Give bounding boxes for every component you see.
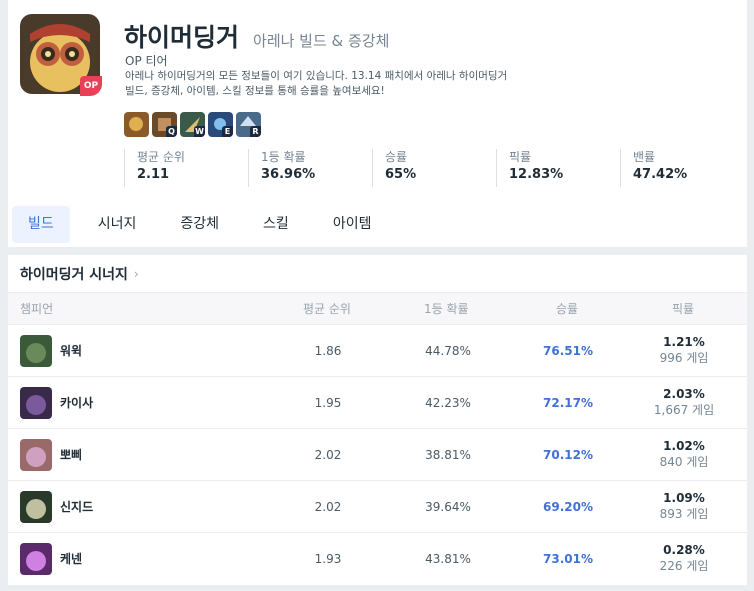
- first-rate-cell: 38.81%: [425, 448, 471, 462]
- pick-cell: 0.28% 226 게임: [634, 542, 734, 574]
- win-rate-cell: 69.20%: [543, 500, 593, 514]
- stat-ban-rate: 밴률 47.42%: [620, 149, 744, 187]
- stat-label: 1등 확률: [261, 150, 306, 164]
- stat-label: 평균 순위: [137, 150, 185, 164]
- pick-rate: 2.03%: [663, 387, 705, 401]
- op-badge: OP: [80, 76, 102, 96]
- avg-rank-cell: 2.02: [314, 448, 342, 462]
- tab-bar: 빌드 시너지 증강체 스킬 아이템: [12, 206, 399, 243]
- pick-rate: 1.09%: [663, 491, 705, 505]
- pick-rate: 1.02%: [663, 439, 705, 453]
- skill-key-e: E: [222, 126, 233, 137]
- stat-win-rate: 승률 65%: [372, 149, 496, 187]
- upgrade-icon[interactable]: R: [236, 112, 261, 137]
- pick-cell: 1.21% 996 게임: [634, 334, 734, 366]
- champion-icon: [20, 439, 52, 471]
- synergy-champion-name: 뽀삐: [60, 448, 83, 462]
- skill-key-r: R: [250, 126, 261, 137]
- synergy-champion-name: 케넨: [60, 552, 83, 566]
- avg-rank-cell: 1.86: [314, 344, 342, 358]
- win-rate-cell: 72.17%: [543, 396, 593, 410]
- turret-icon[interactable]: Q: [152, 112, 177, 137]
- win-rate-cell: 76.51%: [543, 344, 593, 358]
- games-count: 226 게임: [659, 559, 709, 573]
- synergy-card: 하이머딩거 시너지 › 챔피언 평균 순위 1등 확률 승률 픽률 워윅 1.8…: [8, 255, 747, 585]
- table-row[interactable]: 뽀삐 2.02 38.81% 70.12% 1.02% 840 게임: [8, 429, 747, 481]
- tab-build[interactable]: 빌드: [12, 206, 70, 243]
- first-rate-cell: 44.78%: [425, 344, 471, 358]
- synergy-table-header: 챔피언 평균 순위 1등 확률 승률 픽률: [8, 292, 747, 325]
- champion-header-card: OP 하이머딩거 아레나 빌드 & 증강체 OP 티어 아레나 하이머딩거의 모…: [8, 0, 747, 247]
- table-row[interactable]: 워윅 1.86 44.78% 76.51% 1.21% 996 게임: [8, 325, 747, 377]
- stat-value: 65%: [385, 167, 417, 182]
- win-rate-cell: 73.01%: [543, 552, 593, 566]
- stat-value: 2.11: [137, 167, 170, 182]
- games-count: 893 게임: [659, 507, 709, 521]
- skill-key-q: Q: [166, 126, 177, 137]
- stat-label: 승률: [385, 150, 408, 164]
- pick-rate: 1.21%: [663, 335, 705, 349]
- first-rate-cell: 43.81%: [425, 552, 471, 566]
- skill-list: Q W E R: [124, 112, 261, 137]
- win-rate-cell: 70.12%: [543, 448, 593, 462]
- stat-first-rate: 1등 확률 36.96%: [248, 149, 372, 187]
- games-count: 840 게임: [659, 455, 709, 469]
- champion-description: 아레나 하이머딩거의 모든 정보들이 여기 있습니다. 13.14 패치에서 아…: [125, 70, 508, 97]
- champion-subtitle: 아레나 빌드 & 증강체: [253, 32, 390, 50]
- title-row: 하이머딩거 아레나 빌드 & 증강체: [124, 18, 389, 52]
- stat-pick-rate: 픽률 12.83%: [496, 149, 620, 187]
- tab-skills[interactable]: 스킬: [247, 206, 305, 243]
- tab-items[interactable]: 아이템: [317, 206, 388, 243]
- pick-cell: 2.03% 1,667 게임: [634, 386, 734, 418]
- grenade-icon[interactable]: E: [208, 112, 233, 137]
- avg-rank-cell: 1.93: [314, 552, 342, 566]
- champion-icon: [20, 335, 52, 367]
- synergy-champion-name: 워윅: [60, 344, 83, 358]
- table-row[interactable]: 카이사 1.95 42.23% 72.17% 2.03% 1,667 게임: [8, 377, 747, 429]
- header-pick-rate: 픽률: [672, 302, 695, 316]
- stat-label: 밴률: [633, 150, 656, 164]
- avg-rank-cell: 1.95: [314, 396, 342, 410]
- stat-avg-rank: 평균 순위 2.11: [124, 149, 248, 187]
- synergy-champion-name: 카이사: [60, 396, 94, 410]
- champion-icon: [20, 387, 52, 419]
- tab-synergy[interactable]: 시너지: [82, 206, 153, 243]
- pick-cell: 1.02% 840 게임: [634, 438, 734, 470]
- synergy-title-link[interactable]: 하이머딩거 시너지 ›: [20, 264, 139, 284]
- stat-value: 12.83%: [509, 167, 564, 182]
- rocket-icon[interactable]: W: [180, 112, 205, 137]
- avg-rank-cell: 2.02: [314, 500, 342, 514]
- champion-icon: [20, 543, 52, 575]
- tab-augments[interactable]: 증강체: [164, 206, 235, 243]
- chevron-right-icon: ›: [133, 267, 139, 281]
- header-first-rate: 1등 확률: [424, 302, 469, 316]
- champion-tier: OP 티어: [125, 54, 168, 68]
- champion-name: 하이머딩거: [124, 23, 240, 52]
- stat-value: 47.42%: [633, 167, 688, 182]
- table-row[interactable]: 케넨 1.93 43.81% 73.01% 0.28% 226 게임: [8, 533, 747, 585]
- header-champion: 챔피언: [20, 302, 54, 316]
- synergy-title: 하이머딩거 시너지: [20, 267, 128, 283]
- pick-cell: 1.09% 893 게임: [634, 490, 734, 522]
- first-rate-cell: 39.64%: [425, 500, 471, 514]
- synergy-champion-name: 신지드: [60, 500, 94, 514]
- stat-label: 픽률: [509, 150, 532, 164]
- games-count: 996 게임: [659, 351, 709, 365]
- first-rate-cell: 42.23%: [425, 396, 471, 410]
- games-count: 1,667 게임: [653, 403, 715, 417]
- skill-key-w: W: [194, 126, 205, 137]
- champion-icon: [20, 491, 52, 523]
- stats-row: 평균 순위 2.11 1등 확률 36.96% 승률 65% 픽률 12.83%…: [124, 149, 744, 187]
- header-avg-rank: 평균 순위: [303, 302, 351, 316]
- passive-icon[interactable]: [124, 112, 149, 137]
- pick-rate: 0.28%: [663, 543, 705, 557]
- stat-value: 36.96%: [261, 167, 316, 182]
- table-row[interactable]: 신지드 2.02 39.64% 69.20% 1.09% 893 게임: [8, 481, 747, 533]
- header-win-rate: 승률: [556, 302, 579, 316]
